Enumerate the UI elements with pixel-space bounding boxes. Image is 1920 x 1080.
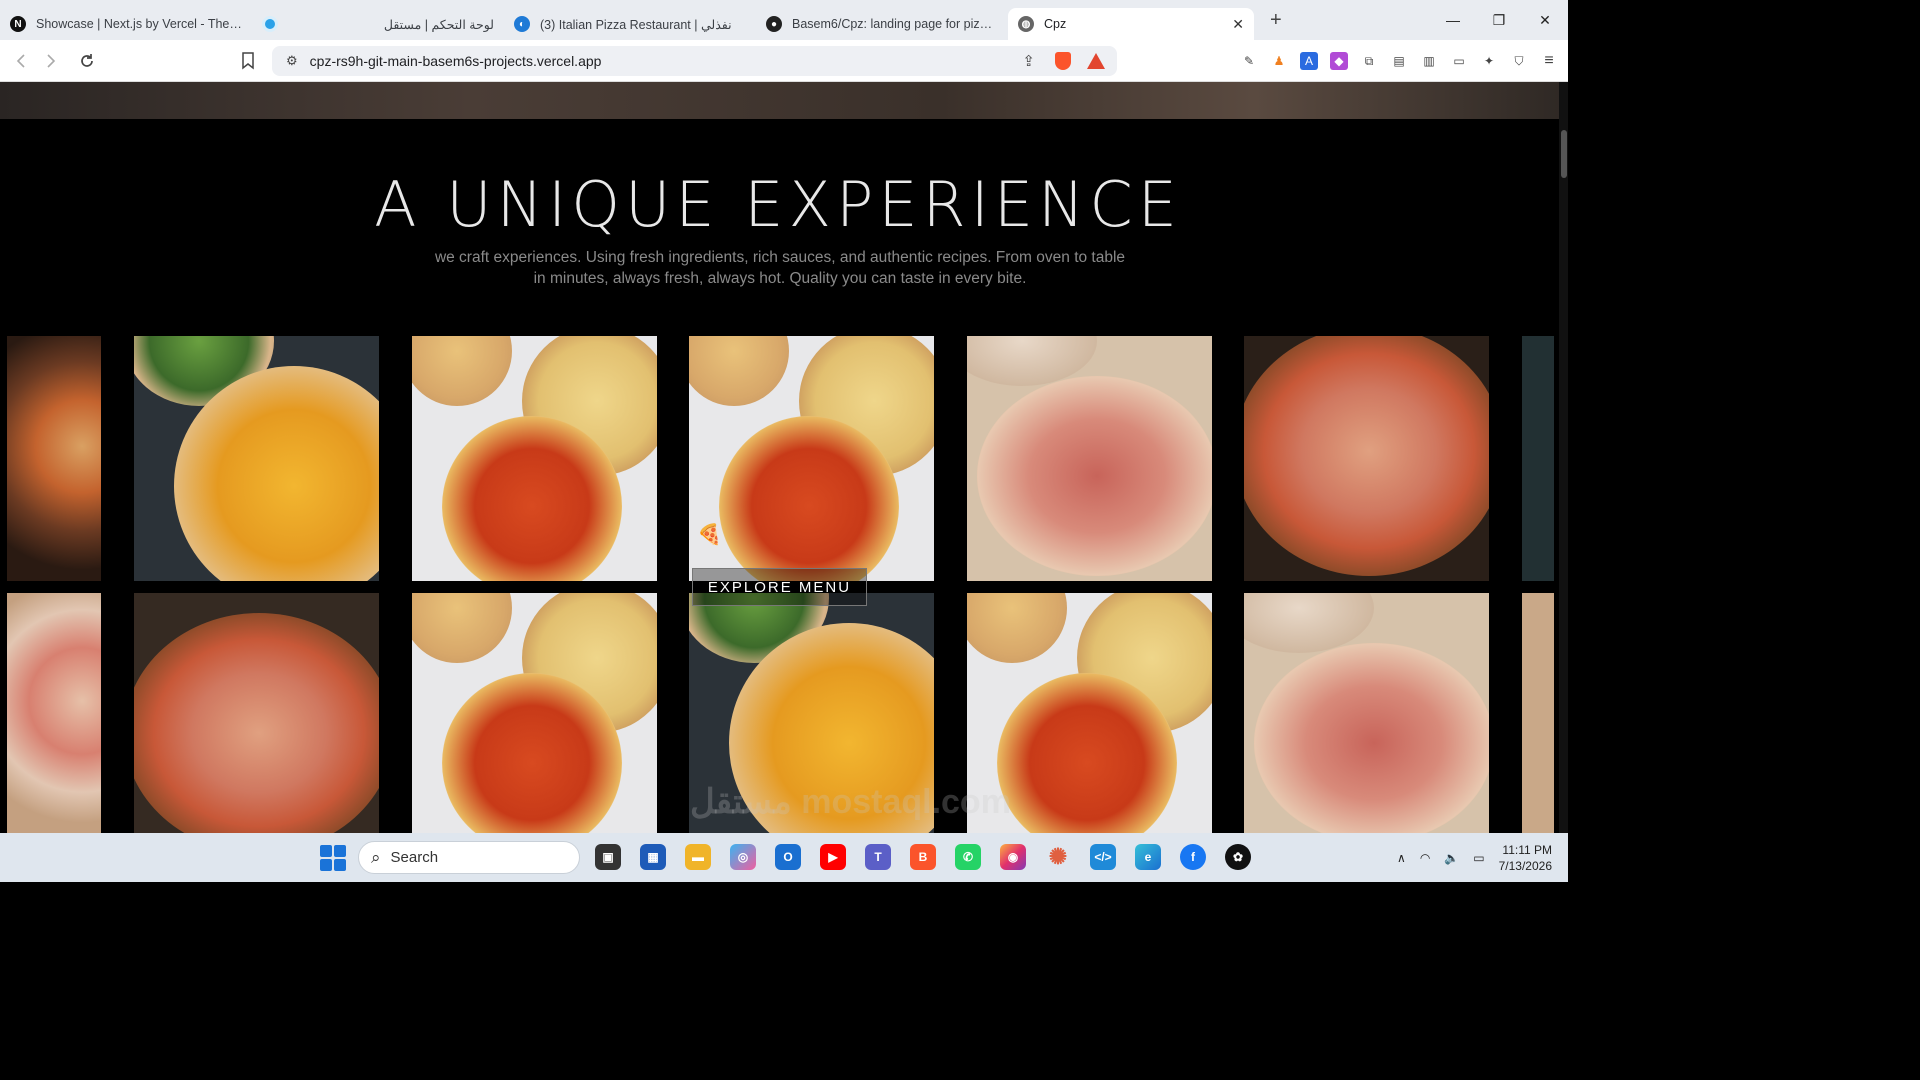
brave-icon[interactable]: B [910, 844, 936, 870]
search-icon: ⌕ [371, 847, 381, 867]
brave-rewards-icon[interactable] [1087, 53, 1105, 69]
color-extension-icon[interactable]: ◆ [1330, 52, 1348, 70]
reader-mode-icon[interactable]: ▤ [1390, 52, 1408, 70]
instagram-icon[interactable]: ◉ [1000, 844, 1026, 870]
site-settings-icon[interactable]: ⚙ [286, 53, 298, 69]
extension-icon[interactable]: ♟ [1270, 52, 1288, 70]
hero-image-bottom [0, 82, 1568, 119]
bookmark-icon [242, 51, 254, 70]
pizza-image [1522, 336, 1554, 581]
menu-icon[interactable]: ≡ [1540, 52, 1558, 70]
explore-menu-button[interactable]: EXPLORE MENU [692, 568, 867, 606]
tab-cpz[interactable]: ◍ Cpz ✕ [1008, 8, 1254, 40]
tab-nextjs-showcase[interactable]: N Showcase | Next.js by Vercel - The Rea… [0, 8, 252, 40]
store-icon[interactable]: ▦ [640, 844, 666, 870]
tab-nafezly-pizza[interactable]: ◐ (3) Italian Pizza Restaurant | نفذلي [504, 8, 756, 40]
battery-icon[interactable]: ▭ [1473, 851, 1484, 865]
pizza-image [1522, 593, 1554, 833]
scrollbar-thumb[interactable] [1561, 130, 1567, 178]
tab-title: (3) Italian Pizza Restaurant | نفذلي [540, 17, 732, 32]
nextjs-icon: N [10, 16, 26, 32]
brave-shields-icon[interactable] [1055, 52, 1071, 70]
new-tab-button[interactable]: + [1270, 9, 1282, 32]
restore-button[interactable]: ❐ [1476, 0, 1522, 40]
vpn-shield-icon[interactable]: ⛉ [1510, 52, 1528, 70]
leo-ai-icon[interactable]: ✦ [1480, 52, 1498, 70]
volume-icon[interactable]: 🔈 [1444, 851, 1459, 865]
pizza-image [7, 336, 101, 581]
page-scrollbar[interactable] [1559, 82, 1568, 833]
url-text: cpz-rs9h-git-main-basem6s-projects.verce… [309, 53, 602, 69]
address-bar[interactable]: ⚙ cpz-rs9h-git-main-basem6s-projects.ver… [272, 46, 1117, 76]
taskbar-search[interactable]: ⌕ Search [358, 841, 580, 874]
clock[interactable]: 11:11 PM 7/13/2026 [1499, 842, 1552, 874]
watermark: مستقل mostaql.com [690, 783, 1011, 821]
tab-strip: N Showcase | Next.js by Vercel - The Rea… [0, 0, 1568, 40]
vscode-icon[interactable]: </> [1090, 844, 1116, 870]
share-icon[interactable]: ⇪ [1022, 52, 1035, 70]
wallet-icon[interactable]: ▭ [1450, 52, 1468, 70]
search-placeholder: Search [390, 849, 439, 866]
pizza-image [134, 593, 379, 833]
close-tab-icon[interactable]: ✕ [1232, 16, 1244, 33]
tab-title: Showcase | Next.js by Vercel - The React… [36, 17, 242, 31]
taskbar: ⌕ Search ▣ ▦ ▬ ◎ O ▶ T B ✆ ◉ ✺ </> e f ✿… [0, 833, 1568, 882]
pizza-image [1244, 336, 1489, 581]
tab-title: Cpz [1044, 17, 1067, 31]
facebook-icon[interactable]: f [1180, 844, 1206, 870]
pizza-cursor-icon: 🍕 [697, 524, 722, 546]
system-tray: ∧ ◠ 🔈 ▭ 11:11 PM 7/13/2026 [1397, 833, 1552, 882]
pizza-image [412, 593, 657, 833]
forward-button[interactable] [36, 46, 66, 76]
whatsapp-icon[interactable]: ✆ [955, 844, 981, 870]
file-explorer-icon[interactable]: ▬ [685, 844, 711, 870]
reload-icon [81, 53, 93, 67]
clock-date: 7/13/2026 [1498, 858, 1552, 873]
mostaql-icon [262, 16, 278, 32]
clock-time: 11:11 PM [1502, 842, 1552, 857]
window-controls: — ❐ ✕ [1430, 0, 1568, 40]
extension-toolbar: ✎ ♟ A ◆ ⧉ ▤ ▥ ▭ ✦ ⛉ ≡ [1240, 46, 1558, 76]
task-view-icon[interactable]: ▣ [595, 844, 621, 870]
pizza-image [689, 336, 934, 581]
page-viewport: A UNIQUE EXPERIENCE we craft experiences… [0, 82, 1568, 833]
pizza-image [7, 593, 101, 833]
outlook-icon[interactable]: O [775, 844, 801, 870]
wifi-icon[interactable]: ◠ [1420, 851, 1430, 865]
globe-icon: ◍ [1018, 16, 1034, 32]
pizza-image [134, 336, 379, 581]
start-button[interactable] [320, 845, 346, 871]
back-button[interactable] [6, 46, 36, 76]
chatgpt-icon[interactable]: ✿ [1225, 844, 1251, 870]
extensions-puzzle-icon[interactable]: ⧉ [1360, 52, 1378, 70]
chevron-up-icon[interactable]: ∧ [1397, 851, 1406, 865]
copilot-icon[interactable]: ◎ [730, 844, 756, 870]
section-heading: A UNIQUE EXPERIENCE [374, 168, 1182, 241]
pizza-image [967, 336, 1212, 581]
browser-toolbar: ⚙ cpz-rs9h-git-main-basem6s-projects.ver… [0, 40, 1568, 82]
tab-mostaql-dashboard[interactable]: لوحة التحكم | مستقل [252, 8, 504, 40]
back-arrow-icon [16, 53, 25, 68]
section-description: we craft experiences. Using fresh ingred… [434, 249, 1126, 287]
eyedropper-extension-icon[interactable]: ✎ [1240, 52, 1258, 70]
sidebar-toggle-icon[interactable]: ▥ [1420, 52, 1438, 70]
forward-arrow-icon [47, 53, 56, 68]
pizza-image [412, 336, 657, 581]
minimize-button[interactable]: — [1430, 0, 1476, 40]
tab-title: Basem6/Cpz: landing page for pizza resta… [792, 17, 998, 31]
translate-extension-icon[interactable]: A [1300, 52, 1318, 70]
tab-github-cpz[interactable]: ● Basem6/Cpz: landing page for pizza res… [756, 8, 1008, 40]
nafezly-icon: ◐ [514, 16, 530, 32]
reload-button[interactable] [72, 46, 102, 76]
claude-icon[interactable]: ✺ [1045, 844, 1071, 870]
teams-icon[interactable]: T [865, 844, 891, 870]
tab-title: لوحة التحكم | مستقل [383, 17, 494, 32]
youtube-icon[interactable]: ▶ [820, 844, 846, 870]
github-icon: ● [766, 16, 782, 32]
bookmark-button[interactable] [233, 46, 263, 76]
edge-icon[interactable]: e [1135, 844, 1161, 870]
pizza-image [1244, 593, 1489, 833]
close-window-button[interactable]: ✕ [1522, 0, 1568, 40]
